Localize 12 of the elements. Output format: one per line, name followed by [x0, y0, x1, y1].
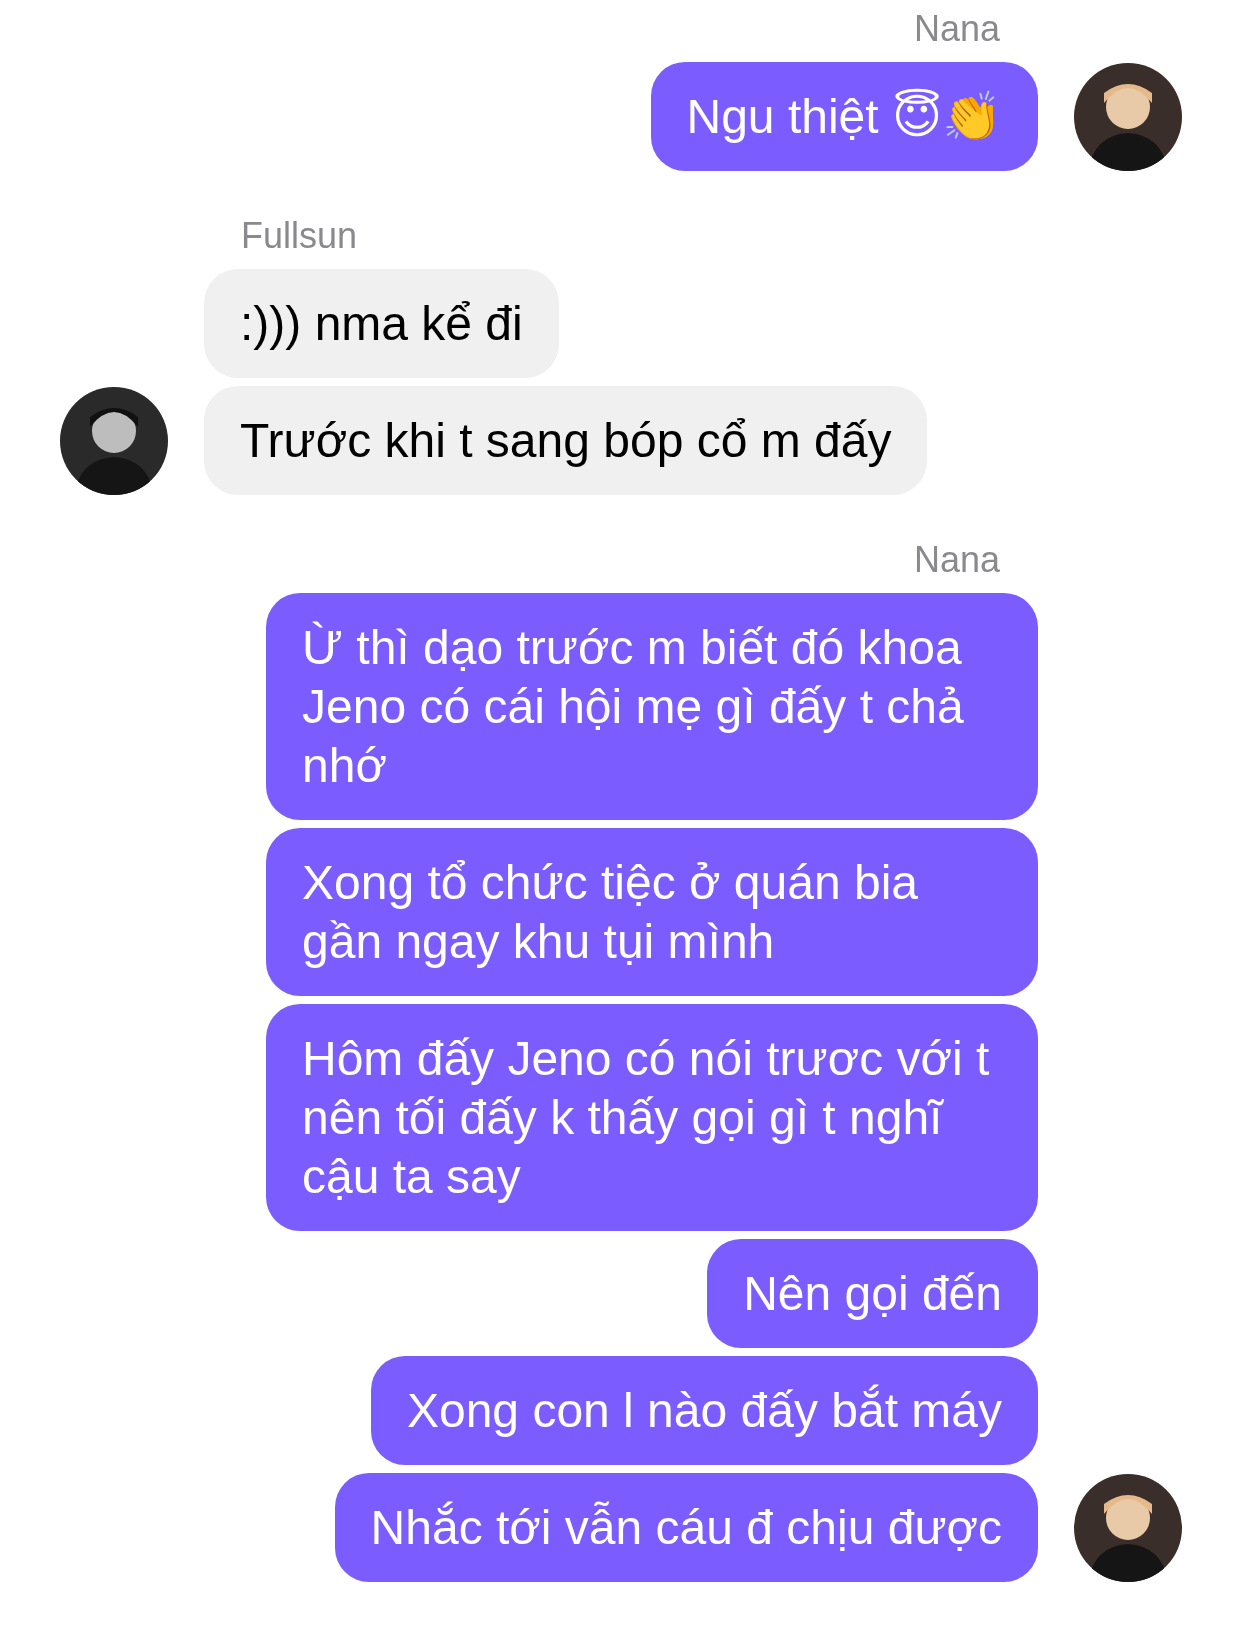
- message-bubble[interactable]: Xong con l nào đấy bắt máy: [370, 1356, 1038, 1465]
- message-bubble[interactable]: Trước khi t sang bóp cổ m đấy: [204, 386, 928, 495]
- message-bubble[interactable]: Xong tổ chức tiệc ở quán bia gần ngay khu tụi mình: [266, 828, 1038, 996]
- message-bubble[interactable]: Hôm đấy Jeno có nói trươc với t nên tối đấy k thấy gọi gì t nghĩ cậu ta say: [266, 1004, 1038, 1231]
- message-bubble[interactable]: :))) nma kể đi: [204, 269, 559, 378]
- sender-name: Fullsun: [241, 214, 359, 258]
- message-bubble[interactable]: Nên gọi đến: [707, 1239, 1038, 1348]
- message-bubble[interactable]: Ừ thì dạo trước m biết đó khoa Jeno có cái hội mẹ gì đấy t chả nhớ: [266, 593, 1038, 820]
- message-bubble[interactable]: Nhắc tới vẫn cáu đ chịu được: [334, 1473, 1038, 1582]
- sender-name: Nana: [913, 7, 1000, 51]
- sender-name: Nana: [913, 538, 1000, 582]
- message-bubble[interactable]: Ngu thiệt 😇👏: [650, 62, 1038, 171]
